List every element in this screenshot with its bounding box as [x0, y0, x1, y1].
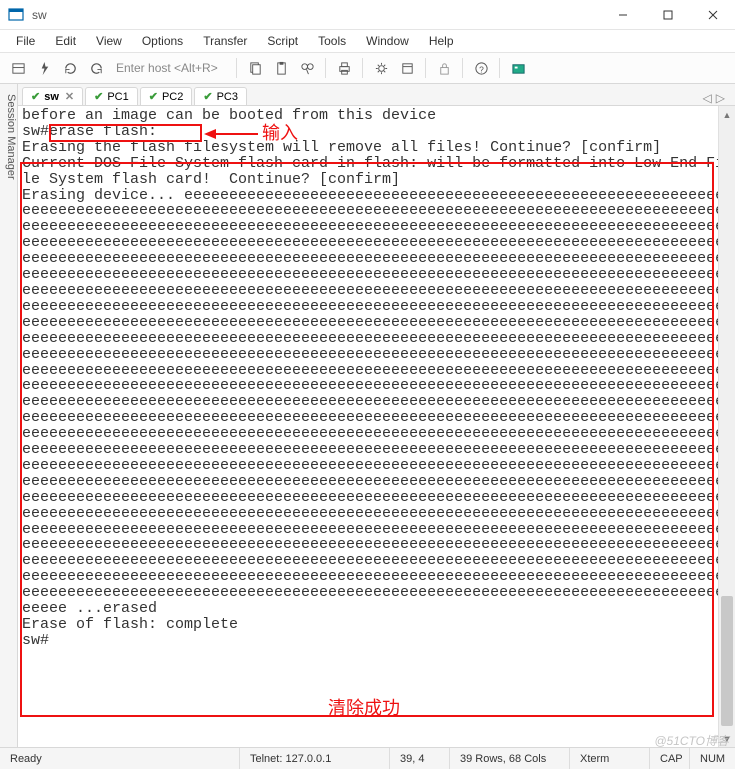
check-icon: ✔: [31, 90, 40, 103]
menu-view[interactable]: View: [88, 32, 130, 50]
tab-label: PC2: [162, 91, 183, 103]
quick-connect-icon[interactable]: [32, 56, 56, 80]
check-icon: ✔: [94, 90, 103, 103]
menu-edit[interactable]: Edit: [47, 32, 84, 50]
tab-sw[interactable]: ✔ sw ✕: [22, 87, 83, 105]
main-area: Session Manager ✔ sw ✕ ✔ PC1 ✔ PC2 ✔ PC3…: [0, 84, 735, 747]
tab-next-icon[interactable]: ▷: [716, 91, 725, 105]
status-cursor: 39, 4: [390, 748, 450, 769]
status-caps: CAP: [650, 748, 690, 769]
reconnect-icon[interactable]: [58, 56, 82, 80]
content-area: ✔ sw ✕ ✔ PC1 ✔ PC2 ✔ PC3 ◁ ▷ before: [18, 84, 735, 747]
menu-script[interactable]: Script: [259, 32, 306, 50]
menu-help[interactable]: Help: [421, 32, 462, 50]
terminal-line: Erasing the flash filesystem will remove…: [22, 140, 731, 156]
copy-icon[interactable]: [243, 56, 267, 80]
window-buttons: [600, 0, 735, 29]
watermark: @51CTO博客: [654, 732, 729, 749]
tab-label: PC1: [107, 91, 128, 103]
tab-nav: ◁ ▷: [703, 91, 731, 105]
tab-label: sw: [44, 91, 59, 103]
host-entry[interactable]: Enter host <Alt+R>: [110, 61, 230, 75]
terminal[interactable]: before an image can be booted from this …: [18, 106, 735, 747]
tab-bar: ✔ sw ✕ ✔ PC1 ✔ PC2 ✔ PC3 ◁ ▷: [18, 84, 735, 106]
check-icon: ✔: [149, 90, 158, 103]
terminal-line: Current DOS File System flash card in fl…: [22, 156, 731, 188]
terminal-line: sw#: [22, 633, 731, 649]
title-bar: sw: [0, 0, 735, 30]
tab-pc3[interactable]: ✔ PC3: [194, 87, 247, 105]
paste-icon[interactable]: [269, 56, 293, 80]
menu-bar: File Edit View Options Transfer Script T…: [0, 30, 735, 52]
toolbar-separator: [462, 58, 463, 78]
terminal-wrapper: before an image can be booted from this …: [18, 106, 735, 747]
vertical-scrollbar[interactable]: ▲ ▼: [718, 106, 735, 747]
scroll-up-icon[interactable]: ▲: [719, 106, 735, 123]
status-size: 39 Rows, 68 Cols: [450, 748, 570, 769]
disconnect-icon[interactable]: [84, 56, 108, 80]
toolbar-separator: [499, 58, 500, 78]
menu-window[interactable]: Window: [358, 32, 417, 50]
help-icon[interactable]: ?: [469, 56, 493, 80]
menu-options[interactable]: Options: [134, 32, 191, 50]
minimize-button[interactable]: [600, 0, 645, 29]
session-mgr-icon[interactable]: [6, 56, 30, 80]
close-icon[interactable]: ✕: [65, 90, 74, 103]
menu-transfer[interactable]: Transfer: [195, 32, 255, 50]
toolbar: Enter host <Alt+R> ?: [0, 52, 735, 84]
status-connection: Telnet: 127.0.0.1: [240, 748, 390, 769]
find-icon[interactable]: [295, 56, 319, 80]
toolbar-separator: [425, 58, 426, 78]
settings-icon[interactable]: [369, 56, 393, 80]
tab-pc2[interactable]: ✔ PC2: [140, 87, 193, 105]
menu-tools[interactable]: Tools: [310, 32, 354, 50]
status-bar: Ready Telnet: 127.0.0.1 39, 4 39 Rows, 6…: [0, 747, 735, 769]
session-manager-sidebar[interactable]: Session Manager: [0, 84, 18, 747]
terminal-line: Erasing device... eeeeeeeeeeeeeeeeeeeeee…: [22, 188, 731, 617]
toolbar-separator: [236, 58, 237, 78]
maximize-button[interactable]: [645, 0, 690, 29]
status-num: NUM: [690, 748, 735, 769]
new-session-icon[interactable]: [395, 56, 419, 80]
terminal-line: Erase of flash: complete: [22, 617, 731, 633]
app-icon: [8, 7, 24, 23]
tab-label: PC3: [217, 91, 238, 103]
secure-fx-icon[interactable]: [506, 56, 530, 80]
check-icon: ✔: [203, 90, 212, 103]
svg-text:?: ?: [479, 64, 484, 74]
window-title: sw: [32, 8, 600, 22]
close-button[interactable]: [690, 0, 735, 29]
scroll-thumb[interactable]: [721, 596, 733, 726]
status-term: Xterm: [570, 748, 650, 769]
toolbar-separator: [325, 58, 326, 78]
lock-icon[interactable]: [432, 56, 456, 80]
status-ready: Ready: [0, 748, 240, 769]
terminal-line: before an image can be booted from this …: [22, 108, 731, 124]
terminal-line: sw#erase flash:: [22, 124, 731, 140]
toolbar-separator: [362, 58, 363, 78]
print-icon[interactable]: [332, 56, 356, 80]
tab-prev-icon[interactable]: ◁: [703, 91, 712, 105]
tab-pc1[interactable]: ✔ PC1: [85, 87, 138, 105]
menu-file[interactable]: File: [8, 32, 43, 50]
